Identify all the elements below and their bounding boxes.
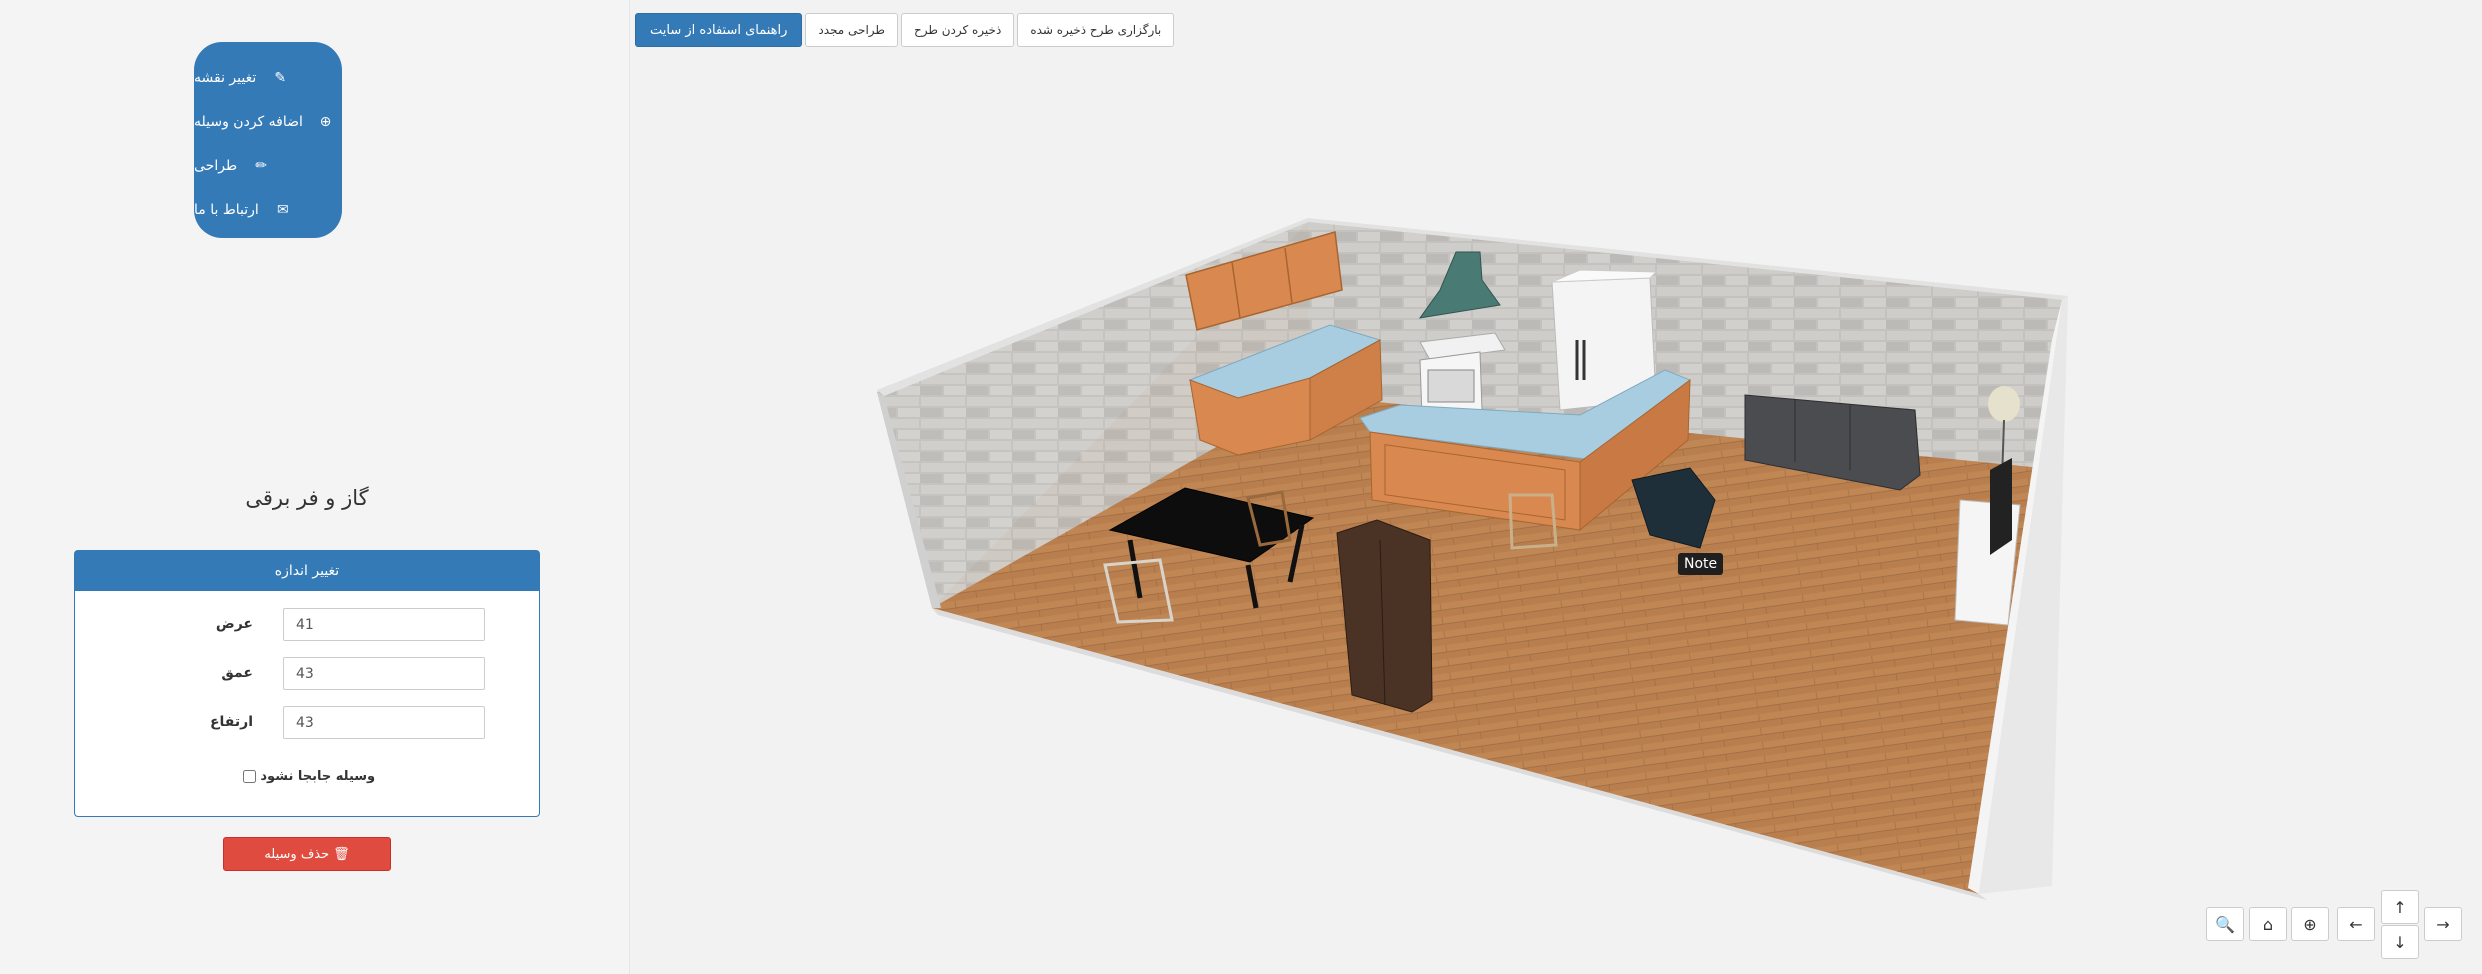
zoom-out-button[interactable]: 🔍	[2206, 907, 2244, 941]
selected-item-title: گاز و فر برقی	[245, 486, 369, 510]
envelope-icon: ✉	[276, 202, 289, 218]
room-scene[interactable]	[631, 0, 2482, 974]
floor-lamp-shade	[1988, 386, 2020, 422]
depth-row: عمق	[75, 657, 539, 691]
home-icon: ⌂	[2262, 914, 2274, 934]
pan-down-button[interactable]: ↓	[2381, 925, 2419, 959]
nav-label: ارتباط با ما	[194, 202, 259, 218]
3d-viewport[interactable]: Note	[631, 0, 2482, 974]
nav-label: طراحی	[194, 158, 238, 174]
nav-edit-map[interactable]: ✎ تغییر نقشه	[194, 56, 342, 100]
lock-checkbox[interactable]	[242, 770, 256, 783]
zoom-out-icon: 🔍	[2215, 914, 2235, 934]
depth-label: عمق	[221, 665, 253, 681]
pan-left-button[interactable]: ←	[2337, 907, 2375, 941]
edit-icon: ✎	[274, 70, 287, 86]
width-row: عرض	[75, 608, 539, 642]
note-label[interactable]: Note	[1678, 553, 1724, 575]
arrow-left-icon: ←	[2349, 914, 2363, 934]
width-label: عرض	[215, 616, 253, 632]
home-button[interactable]: ⌂	[2249, 907, 2287, 941]
delete-item-button[interactable]: 🗑 حذف وسیله	[223, 837, 391, 871]
pan-right-button[interactable]: →	[2424, 907, 2462, 941]
trash-icon: 🗑	[333, 846, 350, 862]
nav-label: اضافه کردن وسیله	[194, 114, 303, 130]
zoom-in-button[interactable]: ⊕	[2291, 907, 2329, 941]
height-row: ارتفاع	[75, 706, 539, 740]
pan-up-button[interactable]: ↑	[2381, 890, 2419, 924]
tv	[1990, 458, 2012, 555]
arrow-down-icon: ↓	[2393, 932, 2407, 952]
pencil-icon: ✏	[255, 158, 267, 174]
nav-design[interactable]: ✏ طراحی	[194, 144, 342, 188]
lock-label: وسیله جابجا نشود	[260, 769, 376, 784]
sidebar: ✎ تغییر نقشه ⊕ اضافه کردن وسیله ✏ طراحی …	[0, 0, 630, 974]
plus-circle-icon: ⊕	[319, 114, 332, 130]
zoom-in-icon: ⊕	[2303, 914, 2317, 934]
arrow-right-icon: →	[2436, 914, 2450, 934]
resize-panel: تغییر اندازه عرض عمق ارتفاع وسیله جابجا …	[74, 550, 540, 817]
main-nav: ✎ تغییر نقشه ⊕ اضافه کردن وسیله ✏ طراحی …	[194, 42, 342, 238]
lock-row: وسیله جابجا نشود	[75, 769, 539, 784]
width-input[interactable]	[283, 608, 485, 641]
oven-door	[1427, 369, 1475, 403]
resize-panel-heading: تغییر اندازه	[75, 551, 539, 591]
arrow-up-icon: ↑	[2393, 897, 2407, 917]
delete-label: حذف وسیله	[264, 846, 330, 862]
nav-label: تغییر نقشه	[194, 70, 257, 86]
height-label: ارتفاع	[209, 714, 253, 730]
depth-input[interactable]	[283, 657, 485, 690]
height-input[interactable]	[283, 706, 485, 739]
nav-contact[interactable]: ✉ ارتباط با ما	[194, 188, 342, 232]
nav-add-item[interactable]: ⊕ اضافه کردن وسیله	[194, 100, 342, 144]
